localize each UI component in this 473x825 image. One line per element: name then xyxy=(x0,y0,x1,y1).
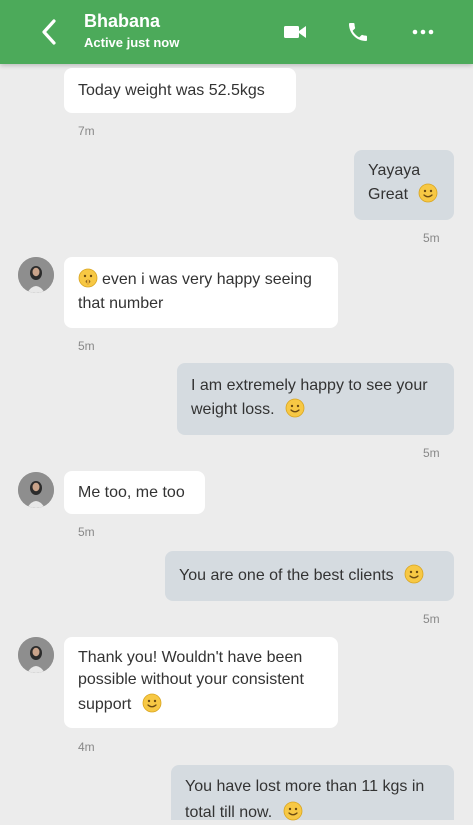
message-time: 5m xyxy=(423,446,440,460)
message-bubble[interactable]: You have lost more than 11 kgs in total … xyxy=(171,765,454,821)
avatar[interactable] xyxy=(18,257,54,293)
message-bubble[interactable]: You are one of the best clients xyxy=(165,551,454,601)
avatar[interactable] xyxy=(18,472,54,508)
message-text: weight loss. xyxy=(191,401,275,418)
message-bubble[interactable]: I am extremely happy to see your weight … xyxy=(177,363,454,435)
message-text: You have lost more than 11 kgs in xyxy=(185,778,425,795)
contact-status: Active just now xyxy=(84,35,180,50)
message-text: You are one of the best clients xyxy=(179,567,394,584)
smile-emoji-icon xyxy=(142,693,162,713)
message-text: Thank you! Wouldn't have been xyxy=(78,649,303,666)
back-button[interactable] xyxy=(38,18,62,46)
avatar-image-icon xyxy=(18,257,54,293)
message-text: Yayaya xyxy=(368,162,421,179)
message-text: even i was very happy seeing xyxy=(102,271,312,288)
message-text: Great xyxy=(368,186,409,203)
message-time: 4m xyxy=(78,740,95,754)
more-dots-icon xyxy=(412,29,434,35)
video-camera-icon xyxy=(284,26,306,38)
message-time: 5m xyxy=(78,339,95,353)
more-options-button[interactable] xyxy=(408,17,438,47)
message-text: that number xyxy=(78,295,164,312)
avatar-image-icon xyxy=(18,472,54,508)
smile-emoji-icon xyxy=(404,564,424,584)
message-time: 5m xyxy=(423,231,440,245)
message-time: 5m xyxy=(423,612,440,626)
message-bubble[interactable]: Yayaya Great xyxy=(354,150,454,220)
message-bubble[interactable]: Thank you! Wouldn't have been possible w… xyxy=(64,637,338,728)
shushing-emoji-icon xyxy=(78,268,98,288)
smile-emoji-icon xyxy=(285,398,305,418)
avatar-image-icon xyxy=(18,637,54,673)
message-bubble[interactable]: Today weight was 52.5kgs xyxy=(64,68,296,113)
message-text: Today weight was 52.5kgs xyxy=(78,82,265,99)
message-text: I am extremely happy to see your xyxy=(191,377,428,394)
smile-emoji-icon xyxy=(283,801,303,821)
message-text: total till now. xyxy=(185,804,273,821)
video-call-button[interactable] xyxy=(280,17,310,47)
smile-emoji-icon xyxy=(419,183,438,203)
message-text: Me too, me too xyxy=(78,484,185,501)
message-time: 5m xyxy=(78,525,95,539)
back-arrow-icon xyxy=(42,19,56,45)
message-bubble[interactable]: Me too, me too xyxy=(64,471,205,514)
contact-name[interactable]: Bhabana xyxy=(84,11,160,32)
phone-icon xyxy=(349,23,367,41)
chat-header: Bhabana Active just now xyxy=(0,0,473,64)
message-text: support xyxy=(78,696,132,713)
voice-call-button[interactable] xyxy=(343,17,373,47)
message-time: 7m xyxy=(78,124,95,138)
avatar[interactable] xyxy=(18,637,54,673)
message-bubble[interactable]: even i was very happy seeing that number xyxy=(64,257,338,328)
message-text: possible without your consistent xyxy=(78,671,304,688)
